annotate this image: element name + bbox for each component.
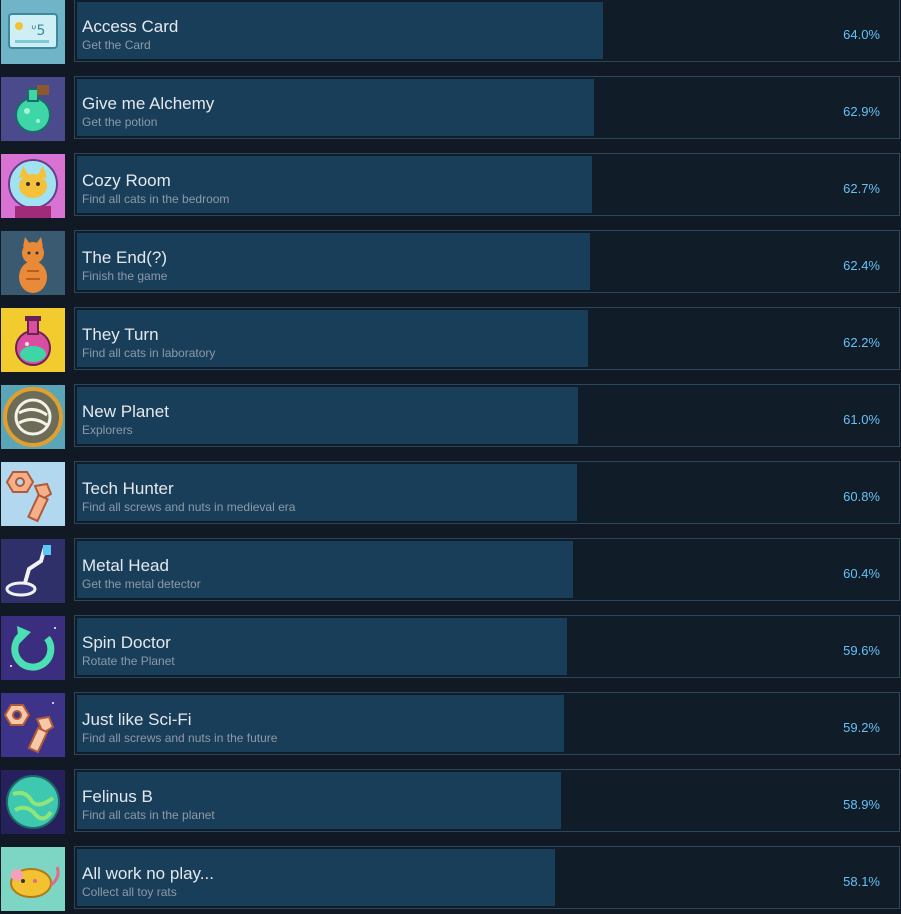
achievement-progress-panel: Metal Head Get the metal detector 60.4%: [74, 538, 900, 601]
achievement-list: ᐡ5 Access Card Get the Card 64.0% Give me Al…: [0, 0, 901, 914]
achievement-description: Rotate the Planet: [82, 654, 175, 668]
space-screw-icon: [1, 693, 65, 757]
achievement-title: Access Card: [82, 17, 179, 36]
achievement-unlock-percent: 64.0%: [843, 27, 880, 42]
achievement-row: ᐡ5 Access Card Get the Card 64.0%: [0, 0, 901, 65]
astronaut-cat-icon: [1, 154, 65, 218]
access-card-icon: ᐡ5: [1, 0, 65, 64]
achievement-title: Felinus B: [82, 787, 153, 806]
green-potion-icon: [1, 77, 65, 141]
achievement-title: The End(?): [82, 248, 168, 267]
achievement-row: Tech Hunter Find all screws and nuts in m…: [0, 461, 901, 527]
achievement-title: Cozy Room: [82, 171, 171, 190]
achievement-description: Explorers: [82, 423, 133, 437]
achievement-unlock-percent: 60.4%: [843, 566, 880, 581]
achievement-unlock-percent: 62.2%: [843, 335, 880, 350]
svg-text:ᐡ5: ᐡ5: [31, 23, 45, 39]
achievement-unlock-percent: 60.8%: [843, 489, 880, 504]
pink-flask-icon: [1, 308, 65, 372]
achievement-unlock-percent: 59.2%: [843, 720, 880, 735]
achievement-row: They Turn Find all cats in laboratory 62.2…: [0, 307, 901, 373]
achievement-description: Find all cats in laboratory: [82, 346, 216, 360]
toy-rat-icon: [1, 847, 65, 911]
achievement-row: Spin Doctor Rotate the Planet 59.6%: [0, 615, 901, 681]
achievement-row: New Planet Explorers 61.0%: [0, 384, 901, 450]
planet-medal-icon: [1, 385, 65, 449]
achievement-row: Give me Alchemy Get the potion 62.9%: [0, 76, 901, 142]
achievement-description: Find all cats in the planet: [82, 808, 215, 822]
achievement-title: Metal Head: [82, 556, 169, 575]
achievement-progress-panel: New Planet Explorers 61.0%: [74, 384, 900, 447]
achievement-unlock-percent: 62.9%: [843, 104, 880, 119]
achievement-row: Cozy Room Find all cats in the bedroom 62.…: [0, 153, 901, 219]
achievement-description: Finish the game: [82, 269, 168, 283]
achievement-description: Collect all toy rats: [82, 885, 177, 899]
achievement-unlock-percent: 58.1%: [843, 874, 880, 889]
achievement-row: Just like Sci-Fi Find all screws and nuts…: [0, 692, 901, 758]
achievement-description: Find all screws and nuts in the future: [82, 731, 278, 745]
achievement-description: Get the potion: [82, 115, 158, 129]
achievement-progress-panel: Just like Sci-Fi Find all screws and nuts…: [74, 692, 900, 755]
achievement-unlock-percent: 58.9%: [843, 797, 880, 812]
achievement-description: Find all cats in the bedroom: [82, 192, 230, 206]
achievement-title: New Planet: [82, 402, 169, 421]
screw-and-nut-icon: [1, 462, 65, 526]
achievement-title: Tech Hunter: [82, 479, 174, 498]
metal-detector-icon: [1, 539, 65, 603]
achievement-unlock-percent: 61.0%: [843, 412, 880, 427]
achievement-title: Spin Doctor: [82, 633, 171, 652]
achievement-row: Felinus B Find all cats in the planet 58.9…: [0, 769, 901, 835]
achievement-title: They Turn: [82, 325, 159, 344]
achievement-unlock-percent: 59.6%: [843, 643, 880, 658]
achievement-description: Find all screws and nuts in medieval era: [82, 500, 296, 514]
sitting-cat-icon: [1, 231, 65, 295]
achievement-row: The End(?) Finish the game 62.4%: [0, 230, 901, 296]
achievement-progress-panel: All work no play... Collect all toy rats 5…: [74, 846, 900, 909]
achievement-progress-panel: Access Card Get the Card 64.0%: [74, 0, 900, 62]
achievement-progress-panel: Give me Alchemy Get the potion 62.9%: [74, 76, 900, 139]
achievement-progress-panel: Felinus B Find all cats in the planet 58.9…: [74, 769, 900, 832]
achievement-progress-panel: Cozy Room Find all cats in the bedroom 62.…: [74, 153, 900, 216]
achievement-progress-panel: Tech Hunter Find all screws and nuts in m…: [74, 461, 900, 524]
achievement-progress-panel: Spin Doctor Rotate the Planet 59.6%: [74, 615, 900, 678]
achievement-unlock-percent: 62.4%: [843, 258, 880, 273]
achievement-unlock-percent: 62.7%: [843, 181, 880, 196]
rotate-arrow-icon: [1, 616, 65, 680]
achievement-title: Give me Alchemy: [82, 94, 215, 113]
achievement-title: Just like Sci-Fi: [82, 710, 192, 729]
achievement-description: Get the Card: [82, 38, 151, 52]
achievement-title: All work no play...: [82, 864, 214, 883]
green-planet-icon: [1, 770, 65, 834]
achievement-row: All work no play... Collect all toy rats 5…: [0, 846, 901, 912]
achievement-progress-panel: The End(?) Finish the game 62.4%: [74, 230, 900, 293]
achievement-description: Get the metal detector: [82, 577, 201, 591]
achievement-row: Metal Head Get the metal detector 60.4%: [0, 538, 901, 604]
achievement-progress-panel: They Turn Find all cats in laboratory 62.2…: [74, 307, 900, 370]
